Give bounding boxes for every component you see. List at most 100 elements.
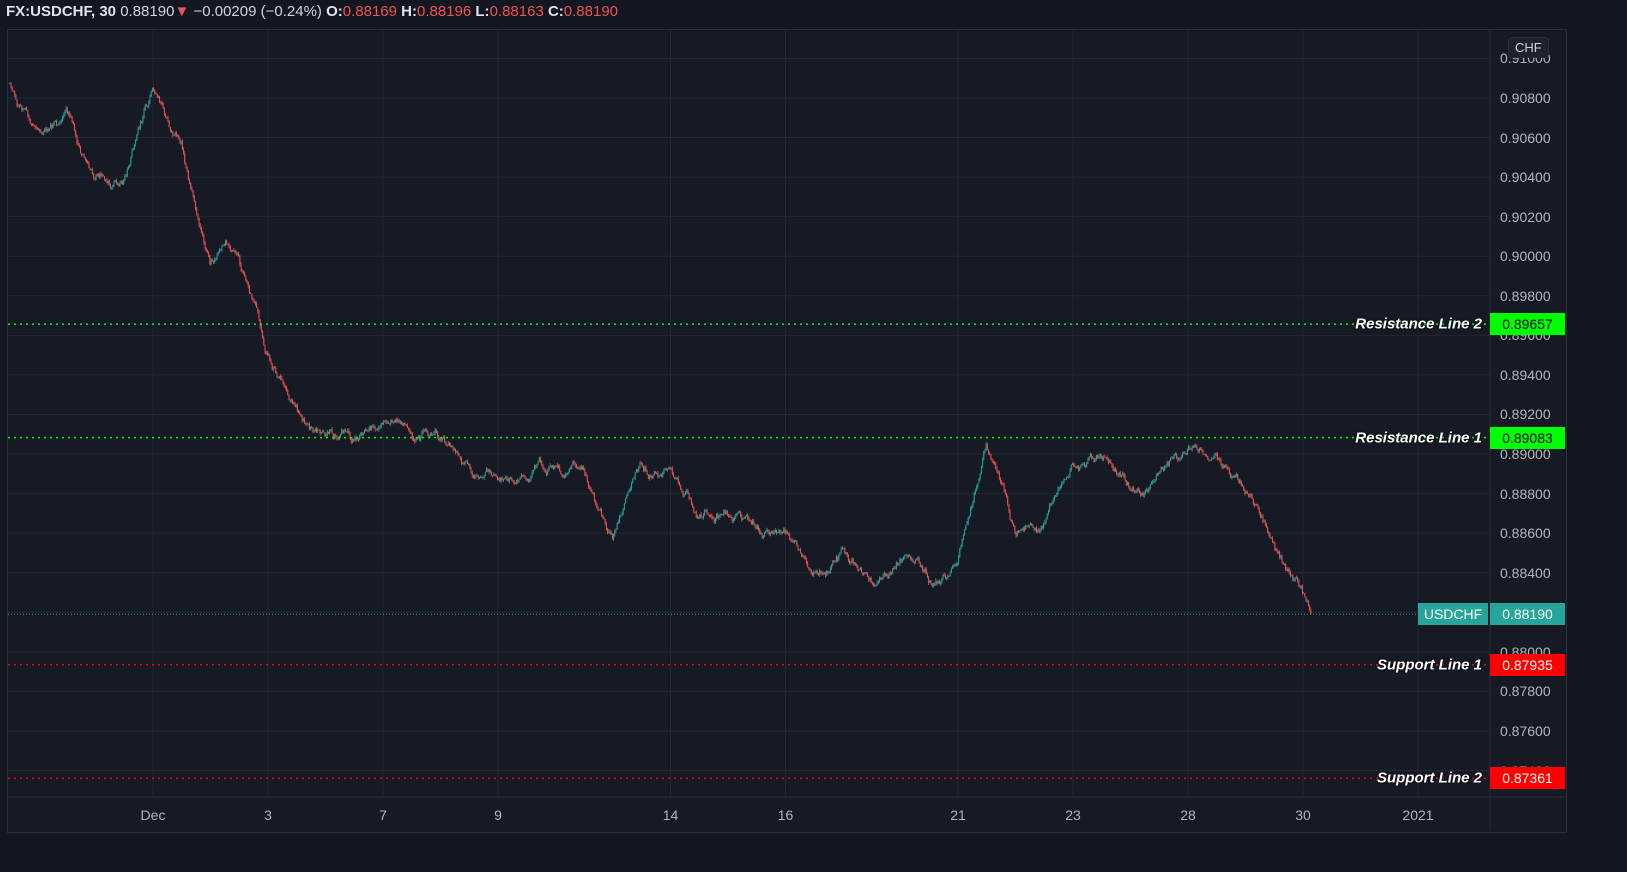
candle-body [294, 403, 296, 407]
candle-body [523, 475, 525, 477]
candle-body [778, 530, 780, 533]
candle-body [221, 246, 223, 251]
candle-body [298, 410, 300, 413]
candle-body [1230, 473, 1232, 478]
candle-body [1236, 474, 1238, 476]
candle-body [474, 476, 476, 479]
candle-body [1221, 464, 1223, 468]
candle-body [281, 377, 283, 380]
candle-body [1058, 487, 1060, 489]
candle-body [28, 115, 30, 119]
candle-body [1224, 465, 1226, 467]
candle-body [131, 149, 133, 158]
candle-body [552, 465, 554, 468]
candle-body [1020, 529, 1022, 531]
candle-body [1207, 456, 1209, 459]
candle-body [544, 470, 546, 473]
candle-body [532, 469, 534, 472]
candle-body [1136, 488, 1138, 492]
time-tick-label: 28 [1180, 807, 1196, 823]
candle-body [904, 555, 906, 558]
candle-body [212, 260, 214, 263]
candle-body [410, 432, 412, 435]
candle-body [693, 506, 695, 512]
candle-body [1117, 474, 1119, 476]
candle-body [661, 475, 663, 477]
candle-body [652, 475, 654, 478]
candle-body [828, 572, 830, 573]
candle-body [1026, 525, 1028, 528]
candle-body [833, 560, 835, 562]
candle-body [850, 561, 852, 563]
candle-body [779, 530, 781, 533]
candle-body [1232, 475, 1234, 477]
candle-body [482, 476, 484, 479]
candle-body [1003, 484, 1005, 491]
candle-body [396, 419, 398, 422]
candle-body [1132, 488, 1134, 491]
candle-body [1180, 457, 1182, 459]
candle-body [1213, 456, 1215, 459]
candle-body [698, 517, 700, 519]
candle-body [341, 430, 343, 435]
candle-body [752, 520, 754, 524]
candle-body [1192, 446, 1194, 448]
candle-body [949, 572, 951, 577]
candle-body [149, 96, 151, 102]
candle-body [699, 513, 701, 518]
candle-body [707, 514, 709, 516]
candle-body [268, 354, 270, 356]
candle-body [514, 482, 516, 484]
candle-body [876, 582, 878, 586]
currency-badge[interactable]: CHF [1508, 37, 1549, 58]
candle-body [535, 465, 537, 468]
candle-body [889, 572, 891, 574]
candle-body [744, 516, 746, 518]
candle-body [57, 124, 59, 126]
candle-body [1028, 525, 1030, 527]
candle-body [1097, 455, 1099, 458]
candle-body [1077, 466, 1079, 470]
candle-body [113, 182, 115, 185]
candle-body [910, 555, 912, 560]
candle-body [348, 430, 350, 434]
candle-body [789, 534, 791, 540]
candle-body [1172, 458, 1174, 459]
candle-body [1200, 448, 1202, 450]
candle-body [1147, 489, 1149, 492]
candle-body [880, 577, 882, 580]
candle-body [667, 469, 669, 470]
candle-body [380, 423, 382, 427]
candle-body [572, 461, 574, 466]
candle-body [1087, 459, 1089, 463]
candle-body [16, 99, 18, 106]
candle-body [133, 144, 135, 148]
candle-body [284, 386, 286, 387]
time-tick-label: Dec [140, 807, 166, 823]
candle-body [115, 180, 117, 183]
candle-body [700, 513, 702, 518]
candle-body [1110, 461, 1112, 464]
candle-body [530, 475, 532, 480]
candle-body [596, 503, 598, 508]
candle-body [1191, 446, 1193, 450]
candle-body [918, 558, 920, 563]
candle-body [168, 121, 170, 127]
candle-body [512, 480, 514, 483]
candle-body [849, 560, 851, 563]
candle-body [405, 424, 407, 426]
candle-body [790, 539, 792, 541]
candle-body [657, 473, 659, 477]
candle-body [906, 554, 908, 558]
candle-body [1046, 514, 1048, 519]
candle-body [807, 563, 809, 568]
candle-body [956, 562, 958, 565]
candle-body [260, 326, 262, 332]
candle-body [865, 572, 867, 573]
candle-body [1228, 468, 1230, 474]
candle-body [1041, 526, 1043, 528]
candle-body [645, 467, 647, 472]
candle-body [292, 400, 294, 403]
candle-body [354, 437, 356, 441]
candle-body [171, 130, 173, 132]
